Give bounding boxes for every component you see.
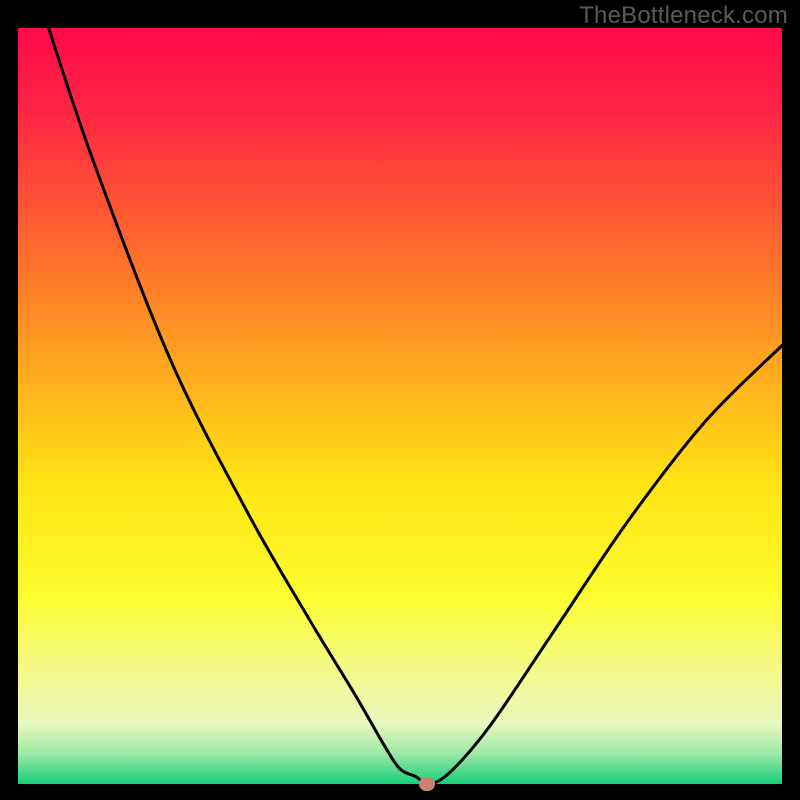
curve-layer bbox=[18, 28, 782, 784]
plot-area bbox=[18, 28, 782, 784]
chart-container: TheBottleneck.com bbox=[0, 0, 800, 800]
bottleneck-curve bbox=[49, 28, 782, 784]
optimum-marker bbox=[419, 777, 435, 791]
watermark-text: TheBottleneck.com bbox=[579, 2, 788, 30]
